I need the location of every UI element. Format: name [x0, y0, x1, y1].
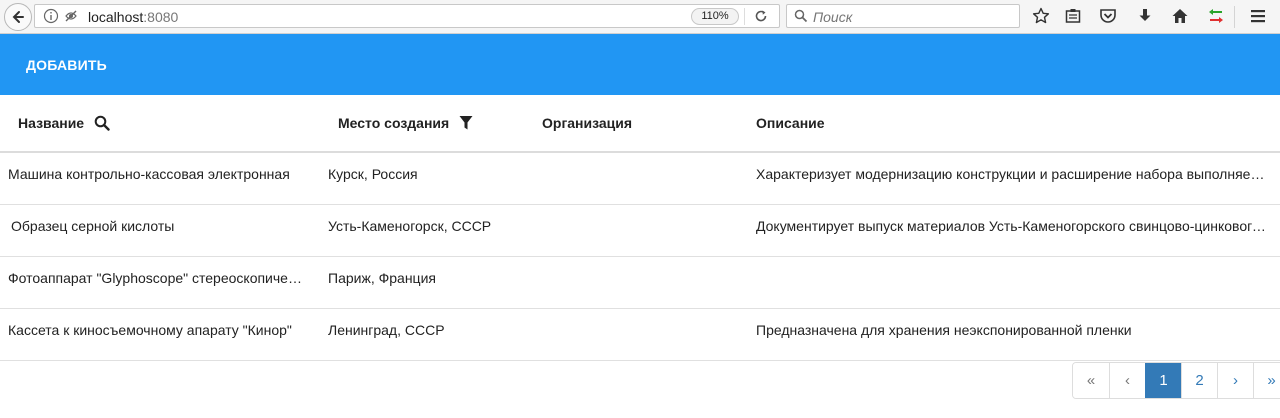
- download-arrow-icon: [1139, 9, 1151, 21]
- cell-description: Документирует выпуск материалов Усть-Кам…: [756, 218, 1268, 234]
- arrow-left-icon: [12, 11, 24, 23]
- cell-place: Ленинград, СССР: [328, 322, 445, 338]
- app-header: ДОБАВИТЬ: [0, 34, 1280, 95]
- table-body: Машина контрольно-кассовая электронная К…: [0, 153, 1280, 361]
- cell-name: Образец серной кислоты: [11, 218, 175, 234]
- address-bar[interactable]: localhost:8080 110%: [34, 4, 780, 28]
- reload-icon: [755, 10, 767, 22]
- column-header-label: Организация: [542, 115, 633, 131]
- column-header-label: Место создания: [338, 115, 450, 131]
- column-header-description: Описание: [756, 115, 825, 131]
- filter-icon[interactable]: [459, 115, 473, 131]
- home-icon: [1172, 9, 1188, 23]
- reading-list-button[interactable]: [1063, 6, 1083, 26]
- column-header-organization: Организация: [542, 115, 632, 131]
- sync-tabs-button[interactable]: [1206, 6, 1226, 26]
- info-icon[interactable]: [43, 8, 59, 24]
- table-header: Название Место создания Организация Опис…: [0, 95, 1280, 153]
- clipboard-icon: [1065, 9, 1081, 23]
- pocket-icon: [1100, 9, 1116, 23]
- add-button[interactable]: ДОБАВИТЬ: [26, 57, 107, 73]
- cell-place: Курск, Россия: [328, 166, 418, 182]
- browser-search-input[interactable]: Поиск: [786, 4, 1020, 28]
- cell-place: Усть-Каменогорск, СССР: [328, 218, 492, 234]
- downloads-button[interactable]: [1135, 6, 1155, 26]
- pagination: « ‹ 1 2 › »: [1072, 362, 1280, 399]
- pocket-button[interactable]: [1098, 6, 1118, 26]
- back-button[interactable]: [4, 3, 32, 31]
- toolbar-divider: [1234, 6, 1235, 28]
- cell-name: Фотоаппарат "Glyphoscope" стереоскопичес…: [8, 270, 308, 286]
- cell-description: Характеризует модернизацию конструкции и…: [756, 166, 1268, 182]
- cell-name: Машина контрольно-кассовая электронная: [8, 166, 290, 182]
- hamburger-menu-icon: [1251, 10, 1265, 23]
- arrows-exchange-icon: [1209, 9, 1223, 23]
- tracking-protection-icon[interactable]: [63, 8, 79, 24]
- column-header-place: Место создания: [338, 115, 473, 131]
- divider: [744, 8, 745, 25]
- star-icon: [1032, 7, 1050, 24]
- search-icon[interactable]: [94, 115, 110, 131]
- table-row[interactable]: Фотоаппарат "Glyphoscope" стереоскопичес…: [0, 257, 1280, 309]
- page-button-2[interactable]: 2: [1181, 363, 1217, 398]
- bookmark-star-button[interactable]: [1031, 6, 1051, 26]
- search-placeholder: Поиск: [813, 9, 853, 25]
- browser-toolbar: localhost:8080 110% Поиск: [0, 0, 1280, 34]
- table-row[interactable]: Машина контрольно-кассовая электронная К…: [0, 153, 1280, 205]
- reload-button[interactable]: [751, 7, 771, 25]
- column-header-name: Название: [18, 115, 110, 131]
- cell-place: Париж, Франция: [328, 270, 436, 286]
- home-button[interactable]: [1170, 6, 1190, 26]
- cell-description: Предназначена для хранения неэкспонирова…: [756, 322, 1132, 338]
- next-page-button[interactable]: ›: [1217, 363, 1253, 398]
- table-row[interactable]: Кассета к киносъемочному апарату "Кинор"…: [0, 309, 1280, 361]
- zoom-indicator[interactable]: 110%: [691, 8, 739, 25]
- prev-page-button[interactable]: ‹: [1109, 363, 1145, 398]
- first-page-button[interactable]: «: [1073, 363, 1109, 398]
- table-row[interactable]: Образец серной кислоты Усть-Каменогорск,…: [0, 205, 1280, 257]
- search-icon: [794, 9, 808, 23]
- last-page-button[interactable]: »: [1253, 363, 1280, 398]
- column-header-label: Название: [18, 115, 85, 131]
- cell-name: Кассета к киносъемочному апарату "Кинор": [8, 322, 292, 338]
- page-button-1[interactable]: 1: [1145, 363, 1181, 398]
- column-header-label: Описание: [756, 115, 825, 131]
- url-text[interactable]: localhost:8080: [88, 9, 178, 25]
- menu-button[interactable]: [1248, 6, 1268, 26]
